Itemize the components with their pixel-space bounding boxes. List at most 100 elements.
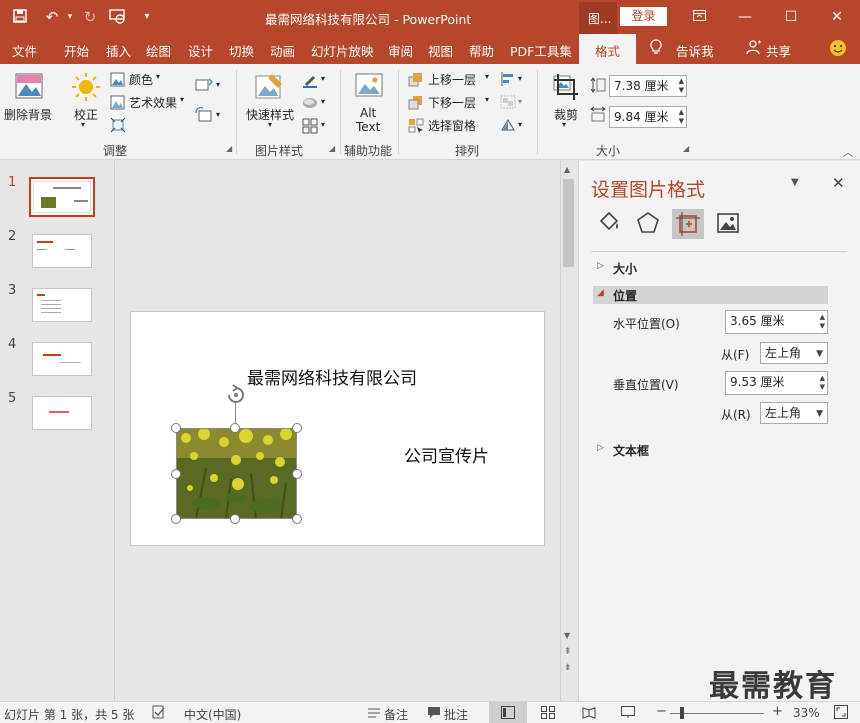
previous-slide-icon[interactable]: ⇞: [564, 647, 572, 657]
picture-layout-icon[interactable]: [302, 118, 318, 137]
slide-thumbnail-4[interactable]: [32, 342, 92, 376]
horizontal-position-input[interactable]: 3.65 厘米 ▲ ▼: [725, 310, 828, 334]
tab-file[interactable]: 文件: [12, 41, 37, 60]
resize-handle-top-right[interactable]: [292, 423, 302, 433]
tab-animations[interactable]: 动画: [270, 41, 295, 60]
slide-title[interactable]: 最需网络科技有限公司: [247, 364, 417, 389]
width-input[interactable]: 9.84 厘米 ▲ ▼: [609, 106, 687, 128]
horizontal-position-spinner[interactable]: ▲ ▼: [820, 313, 825, 331]
maximize-icon[interactable]: ☐: [768, 0, 814, 34]
scroll-up-icon[interactable]: ▲: [564, 165, 570, 174]
vertical-position-input[interactable]: 9.53 厘米 ▲ ▼: [725, 371, 828, 395]
slide-picture[interactable]: [176, 428, 297, 519]
picture-effects-dropdown-icon[interactable]: ▾: [321, 97, 325, 106]
height-spinner[interactable]: ▲ ▼: [679, 77, 684, 95]
tab-insert[interactable]: 插入: [106, 41, 131, 60]
picture-layout-dropdown-icon[interactable]: ▾: [321, 120, 325, 129]
tab-pdf-tools[interactable]: PDF工具集: [510, 41, 572, 60]
fill-line-icon[interactable]: [597, 211, 621, 238]
share-person-icon[interactable]: [746, 39, 762, 58]
zoom-in-icon[interactable]: +: [772, 704, 783, 719]
resize-handle-right[interactable]: [292, 469, 302, 479]
tab-draw[interactable]: 绘图: [146, 41, 171, 60]
reset-picture-icon[interactable]: [195, 106, 213, 126]
picture-border-icon[interactable]: [302, 72, 318, 91]
change-picture-dropdown-icon[interactable]: ▾: [216, 80, 220, 89]
tab-design[interactable]: 设计: [188, 41, 213, 60]
tab-transitions[interactable]: 切换: [229, 41, 254, 60]
artistic-effects-button[interactable]: 艺术效果 ▾: [110, 94, 190, 112]
crop-button[interactable]: 裁剪 ▾: [544, 68, 586, 129]
save-icon[interactable]: [10, 8, 30, 26]
language-status[interactable]: 中文(中国): [184, 706, 241, 723]
selection-pane-button[interactable]: 选择窗格: [408, 117, 494, 135]
reading-view-icon[interactable]: [582, 706, 596, 722]
tab-review[interactable]: 审阅: [388, 41, 413, 60]
notes-button[interactable]: 备注: [384, 706, 408, 723]
collapse-ribbon-icon[interactable]: ︿: [843, 144, 853, 159]
compress-pictures-icon[interactable]: [110, 117, 126, 136]
resize-handle-bottom-left[interactable]: [171, 514, 181, 524]
undo-dropdown-icon[interactable]: ▾: [60, 8, 80, 26]
ribbon-display-icon[interactable]: [676, 0, 722, 34]
close-icon[interactable]: ✕: [814, 0, 860, 34]
customize-qat-icon[interactable]: ▾: [137, 8, 157, 26]
color-button[interactable]: 颜色 ▾: [110, 71, 170, 89]
picture-effects-icon[interactable]: [302, 95, 318, 114]
tab-view[interactable]: 视图: [428, 41, 453, 60]
undo-icon[interactable]: ↶: [42, 8, 62, 26]
slide-sorter-icon[interactable]: [541, 706, 555, 722]
next-slide-icon[interactable]: ⇟: [564, 663, 572, 673]
pane-close-icon[interactable]: ✕: [832, 174, 845, 192]
pane-options-dropdown-icon[interactable]: ▼: [791, 177, 799, 188]
resize-handle-bottom[interactable]: [230, 514, 240, 524]
slide-thumbnail-1[interactable]: [29, 177, 95, 217]
align-icon[interactable]: [500, 72, 516, 89]
tab-help[interactable]: 帮助: [469, 41, 494, 60]
slide-thumbnail-2[interactable]: [32, 234, 92, 268]
zoom-slider-track[interactable]: [670, 713, 764, 714]
zoom-out-icon[interactable]: −: [656, 704, 667, 719]
slide-canvas[interactable]: 最需网络科技有限公司 公司宣传片: [130, 311, 545, 546]
size-section-header[interactable]: ▷ 大小: [593, 259, 833, 277]
rotate-handle-icon[interactable]: [225, 384, 247, 409]
slide-thumbnail-5[interactable]: [32, 396, 92, 430]
vertical-scrollbar[interactable]: ▲ ▼ ⇞ ⇟: [560, 161, 576, 701]
scrollbar-thumb[interactable]: [563, 179, 574, 267]
resize-handle-bottom-right[interactable]: [292, 514, 302, 524]
corrections-button[interactable]: 校正 ▾: [66, 68, 106, 129]
zoom-level[interactable]: 33%: [793, 706, 820, 720]
textbox-section-header[interactable]: ▷ 文本框: [593, 441, 833, 459]
slide-subtitle[interactable]: 公司宣传片: [404, 442, 489, 467]
start-slideshow-icon[interactable]: [108, 8, 128, 26]
tab-slideshow[interactable]: 幻灯片放映: [311, 41, 374, 60]
size-properties-tab[interactable]: [672, 209, 704, 239]
rotate-dropdown-icon[interactable]: ▾: [518, 120, 522, 129]
width-spinner[interactable]: ▲ ▼: [679, 108, 684, 126]
position-section-header[interactable]: ◢ 位置: [593, 286, 828, 304]
minimize-icon[interactable]: —: [722, 0, 768, 34]
remove-background-button[interactable]: 删除背景: [4, 68, 56, 126]
vertical-position-spinner[interactable]: ▲ ▼: [820, 374, 825, 392]
effects-pentagon-icon[interactable]: [636, 211, 660, 238]
send-backward-button[interactable]: 下移一层 ▾: [408, 94, 494, 112]
picture-border-dropdown-icon[interactable]: ▾: [321, 74, 325, 83]
share-button[interactable]: 共享: [766, 41, 791, 60]
resize-handle-top[interactable]: [230, 423, 240, 433]
tab-home[interactable]: 开始: [64, 41, 89, 60]
login-button[interactable]: 登录: [620, 7, 667, 26]
picture-tab-icon[interactable]: [716, 211, 740, 238]
quick-styles-button[interactable]: 快速样式 ▾: [242, 68, 298, 129]
zoom-slider-thumb[interactable]: [680, 707, 684, 719]
contextual-tab-header[interactable]: 图...: [579, 2, 617, 34]
scroll-down-icon[interactable]: ▼: [564, 631, 570, 640]
normal-view-button[interactable]: [489, 702, 527, 723]
height-input[interactable]: 7.38 厘米 ▲ ▼: [609, 75, 687, 97]
group-dropdown-icon[interactable]: ▾: [518, 97, 522, 106]
resize-handle-left[interactable]: [171, 469, 181, 479]
adjust-launcher-icon[interactable]: ◢: [226, 144, 232, 153]
group-icon[interactable]: [500, 95, 516, 112]
alt-text-button[interactable]: Alt Text: [346, 68, 392, 138]
vertical-from-select[interactable]: 左上角 ▼: [760, 402, 828, 424]
change-picture-icon[interactable]: [195, 77, 213, 96]
